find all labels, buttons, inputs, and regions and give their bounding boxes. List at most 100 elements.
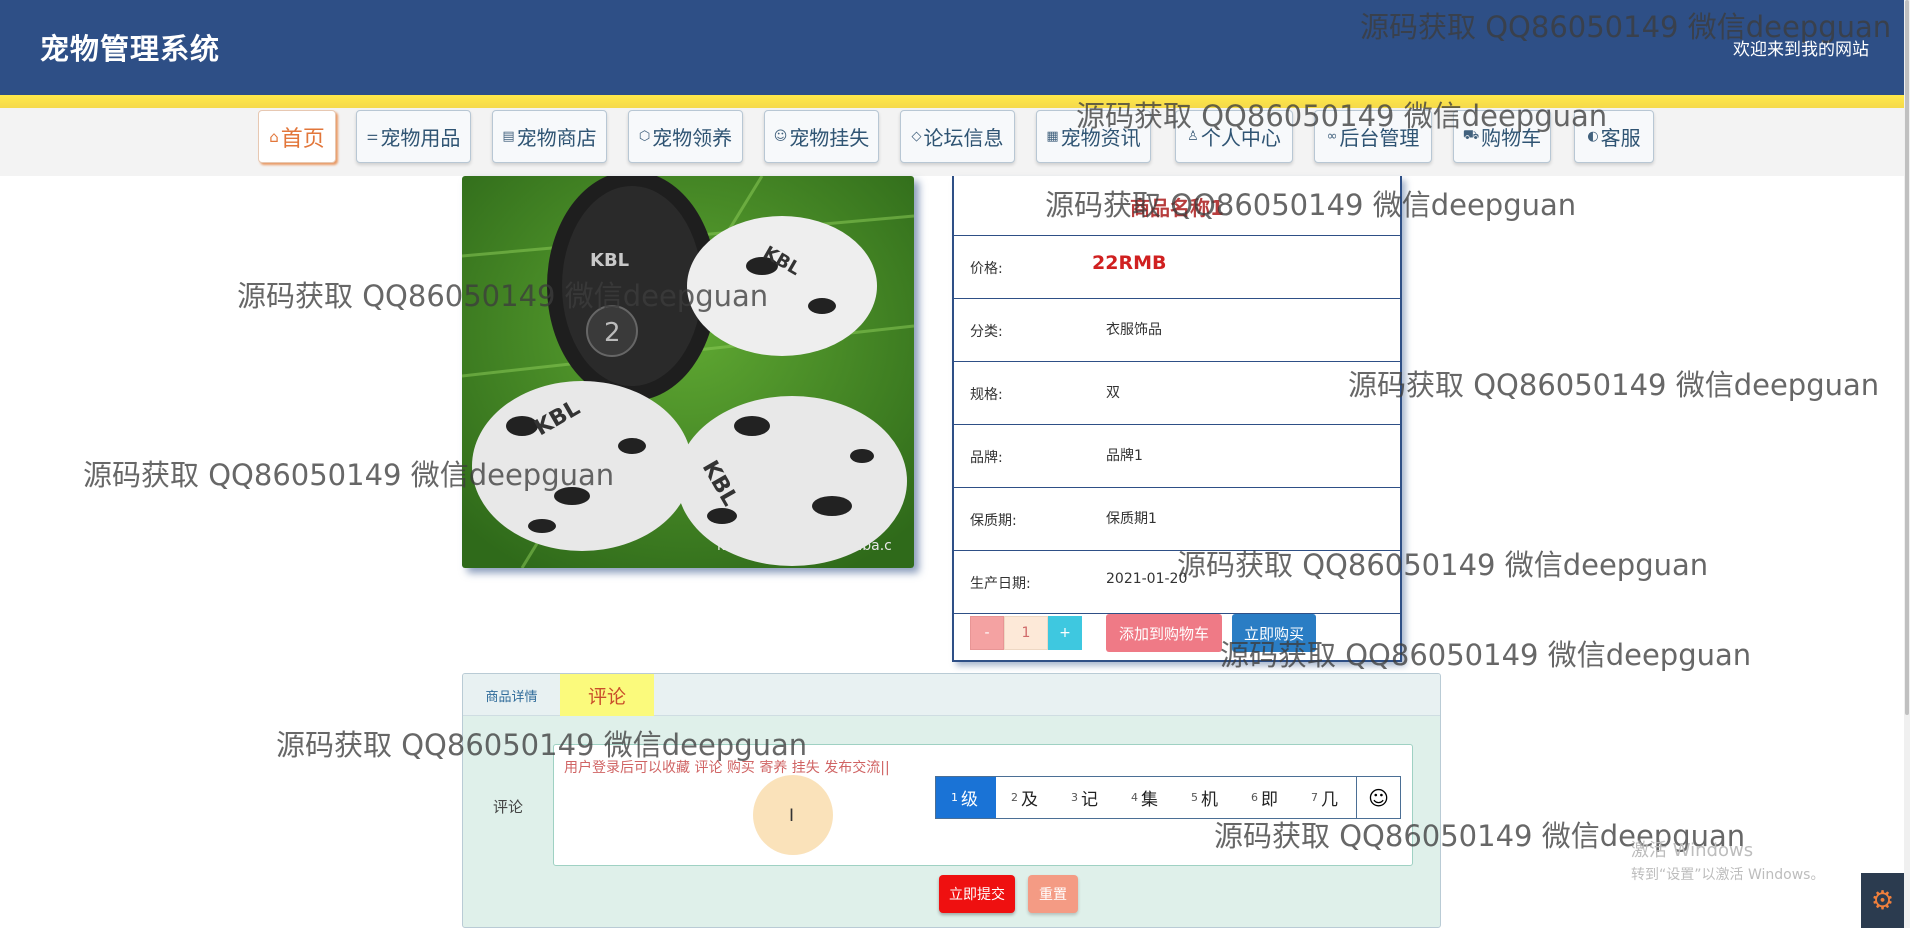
nav-label: 宠物领养	[652, 126, 733, 150]
ime-candidate-number: 6	[1251, 791, 1258, 804]
ime-candidate[interactable]: 6即	[1236, 777, 1296, 818]
product-name: 商品名称1	[954, 176, 1400, 236]
production-date-row: 生产日期: 2021-01-20	[954, 551, 1400, 614]
nav-home[interactable]: ⌂ 首页	[258, 110, 336, 163]
ime-candidate-text: 几	[1321, 790, 1338, 810]
ime-candidate-number: 7	[1311, 791, 1318, 804]
shelf-life-value: 保质期1	[1106, 511, 1157, 527]
welcome-text: 欢迎来到我的网站	[1733, 40, 1869, 60]
ime-candidate-text: 记	[1081, 790, 1098, 810]
nav-pet-news[interactable]: ▦ 宠物资讯	[1036, 110, 1151, 163]
nav-label: 论坛信息	[923, 126, 1004, 150]
spec-value: 双	[1106, 385, 1120, 401]
emoji-icon[interactable]: ☺	[1356, 777, 1400, 818]
ime-candidate-number: 5	[1191, 791, 1198, 804]
product-image: 2 KBL KBL KBL KBL kabeile1128.cn.alibaba…	[462, 176, 914, 568]
brand-label: 品牌:	[970, 450, 1003, 466]
nav-label: 宠物资讯	[1060, 126, 1141, 150]
tab-comment[interactable]: 评论	[560, 674, 654, 716]
box-icon: ⬡	[638, 129, 651, 144]
nav-pet-adoption[interactable]: ⬡ 宠物领养	[628, 110, 743, 163]
ime-candidate[interactable]: 4集	[1116, 777, 1176, 818]
nav-pet-shop[interactable]: ▤ 宠物商店	[492, 110, 607, 163]
nav-label: 后台管理	[1339, 126, 1420, 150]
add-to-cart-button[interactable]: 添加到购物车	[1106, 614, 1222, 652]
nav-pet-lost[interactable]: ☺ 宠物挂失	[764, 110, 879, 163]
spec-label: 规格:	[970, 387, 1003, 403]
category-label: 分类:	[970, 324, 1003, 340]
tab-product-detail[interactable]: 商品详情	[463, 674, 560, 716]
svg-text:2: 2	[604, 318, 621, 348]
ime-candidate-number: 4	[1131, 791, 1138, 804]
submit-button[interactable]: 立即提交	[939, 875, 1015, 913]
quantity-increase-button[interactable]: +	[1048, 616, 1082, 650]
tab-bar: 商品详情 评论	[463, 674, 1440, 716]
svg-text:KBL: KBL	[590, 250, 629, 271]
image-caption: kabeile1128.cn.alibaba.c	[717, 538, 892, 554]
quantity-input[interactable]: 1	[1004, 616, 1048, 650]
ime-candidate[interactable]: 1级	[936, 777, 996, 818]
nav-label: 购物车	[1481, 126, 1542, 150]
ime-candidate-text: 集	[1141, 790, 1158, 810]
tag-icon: ◇	[911, 129, 922, 144]
price-row: 价格: 22RMB	[954, 236, 1400, 299]
watermark: 源码获取 QQ86050149 微信deepguan	[1348, 368, 1880, 402]
category-row: 分类: 衣服饰品	[954, 299, 1400, 362]
nav-personal-center[interactable]: ♙ 个人中心	[1175, 110, 1293, 163]
scrollbar-thumb[interactable]	[1905, 0, 1909, 715]
price-value: 22RMB	[1092, 252, 1167, 274]
ime-candidate-text: 及	[1021, 790, 1038, 810]
sliders-icon: ⚌	[366, 129, 379, 144]
ime-candidate[interactable]: 3记	[1056, 777, 1116, 818]
comment-label: 评论	[493, 798, 524, 816]
brand-value: 品牌1	[1106, 448, 1143, 464]
reset-button[interactable]: 重置	[1028, 875, 1078, 913]
user-icon: ♙	[1187, 129, 1199, 144]
production-date-label: 生产日期:	[970, 576, 1031, 592]
product-info-panel: 商品名称1 价格: 22RMB 分类: 衣服饰品 规格: 双 品牌: 品牌1 保…	[952, 176, 1402, 662]
nav-label: 首页	[280, 126, 325, 152]
quantity-decrease-button[interactable]: -	[970, 616, 1004, 650]
cart-icon: ⛟	[1462, 128, 1480, 143]
news-icon: ▦	[1046, 129, 1059, 144]
ime-candidate-text: 机	[1201, 790, 1218, 810]
link-icon: ∞	[1326, 129, 1338, 144]
site-title[interactable]: 宠物管理系统	[40, 26, 220, 68]
comment-placeholder: 用户登录后可以收藏 评论 购买 寄养 挂失 发布交流||	[564, 760, 890, 776]
spec-row: 规格: 双	[954, 362, 1400, 425]
site-header: 宠物管理系统 欢迎来到我的网站	[0, 0, 1904, 95]
nav-label: 宠物商店	[516, 126, 597, 150]
ime-candidate-number: 1	[951, 791, 958, 804]
text-cursor-icon: I	[789, 806, 795, 826]
ime-candidate-text: 级	[961, 790, 978, 810]
nav-label: 宠物挂失	[789, 126, 870, 150]
brand-row: 品牌: 品牌1	[954, 425, 1400, 488]
gear-icon[interactable]: ⚙	[1861, 873, 1904, 928]
ime-candidate-bar: 1级 2及 3记 4集 5机 6即 7几 ☺	[935, 776, 1401, 819]
header-accent-strip	[0, 95, 1904, 108]
ime-candidate[interactable]: 5机	[1176, 777, 1236, 818]
smile-icon: ☺	[773, 129, 788, 144]
shelf-life-row: 保质期: 保质期1	[954, 488, 1400, 551]
price-label: 价格:	[970, 261, 1003, 277]
nav-forum[interactable]: ◇ 论坛信息	[900, 110, 1015, 163]
headset-icon: ◐	[1587, 129, 1599, 144]
pet-shoes-photo: 2 KBL KBL KBL KBL	[462, 176, 914, 568]
ime-candidate-number: 3	[1071, 791, 1078, 804]
ime-candidate-text: 即	[1261, 790, 1278, 810]
nav-customer-service[interactable]: ◐ 客服	[1574, 110, 1654, 163]
nav-cart[interactable]: ⛟ 购物车	[1453, 110, 1551, 163]
nav-pet-supplies[interactable]: ⚌ 宠物用品	[356, 110, 471, 163]
nav-label: 宠物用品	[380, 126, 461, 150]
nav-label: 个人中心	[1200, 126, 1281, 150]
ime-candidate[interactable]: 2及	[996, 777, 1056, 818]
windows-activation-title: 激活 Windows	[1631, 840, 1754, 861]
production-date-value: 2021-01-20	[1106, 571, 1188, 587]
shop-icon: ▤	[502, 129, 515, 144]
nav-admin[interactable]: ∞ 后台管理	[1314, 110, 1432, 163]
buy-now-button[interactable]: 立即购买	[1232, 614, 1316, 652]
nav-label: 客服	[1600, 126, 1641, 150]
ime-candidate[interactable]: 7几	[1296, 777, 1356, 818]
windows-activation-hint: 转到“设置”以激活 Windows。	[1631, 867, 1825, 883]
ime-candidate-number: 2	[1011, 791, 1018, 804]
